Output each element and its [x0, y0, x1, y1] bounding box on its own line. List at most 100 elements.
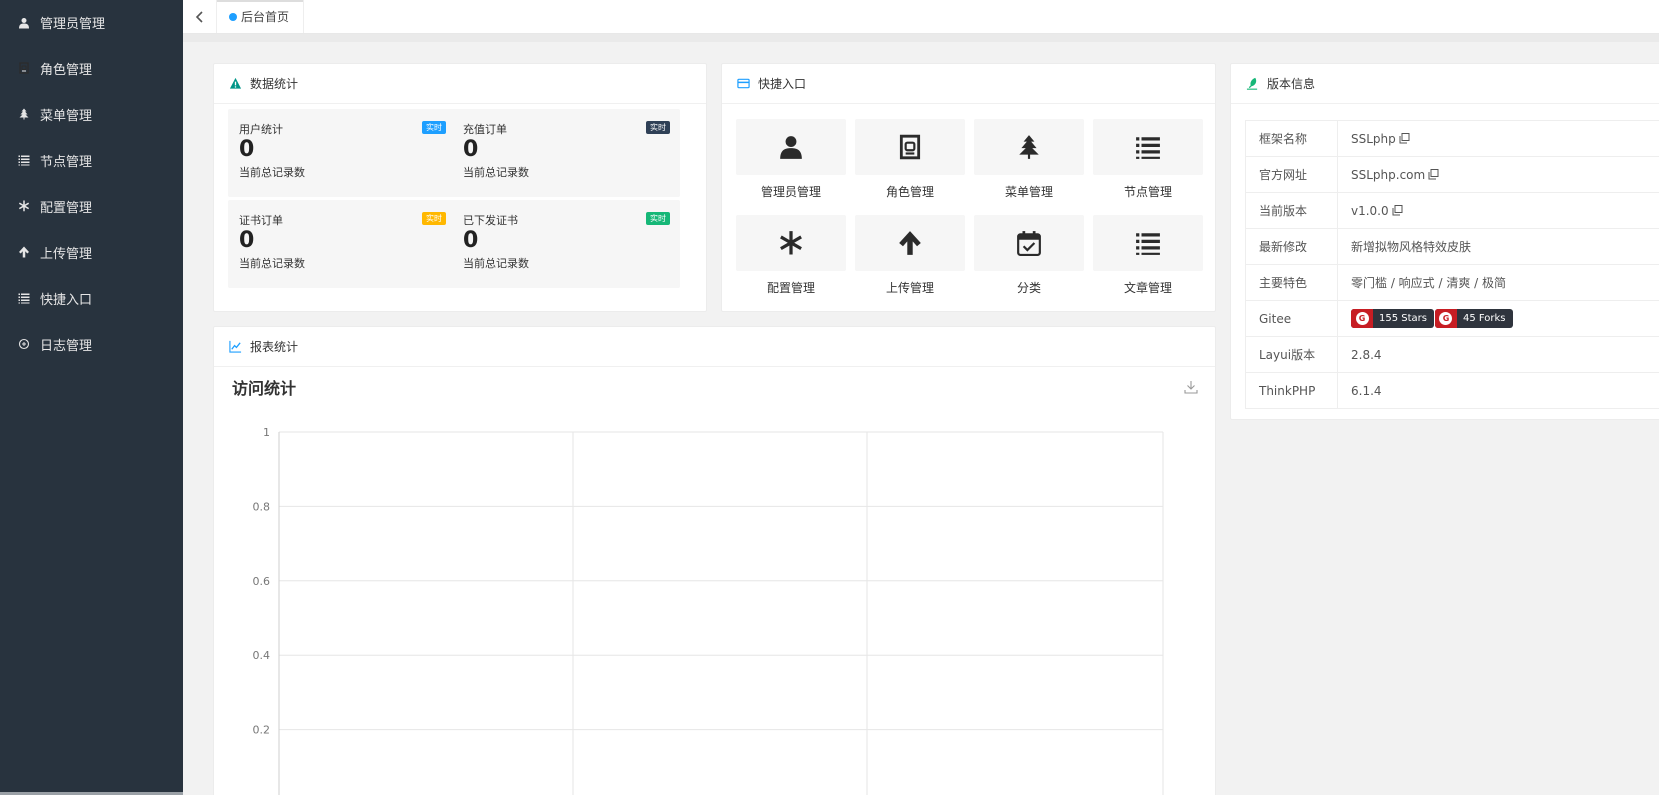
sidebar-item-6[interactable]: 快捷入口 [0, 275, 183, 321]
sidebar-item-label: 快捷入口 [40, 292, 93, 308]
report-card: 报表统计 访问统计 1 0.8 0.6 0.4 0.2 [213, 326, 1216, 795]
version-row: 最新修改 新增拟物风格特效皮肤 [1245, 228, 1659, 265]
quick-entry-tile[interactable] [974, 119, 1084, 175]
sidebar-item-5[interactable]: 上传管理 [0, 229, 183, 275]
version-row: ThinkPHP 6.1.4 [1245, 372, 1659, 409]
leaf-icon [1245, 77, 1259, 91]
quick-entry-item[interactable]: 角色管理 [855, 119, 965, 200]
quick-entry-tile[interactable] [736, 215, 846, 271]
quick-entry-tile[interactable] [1093, 119, 1203, 175]
stats-card: 数据统计 用户统计 实时 0 当前总记录数 充值订单 实时 0 当前总记录数 证书订单 实时 0 当前… [213, 63, 707, 312]
version-value-cell: 6.1.4 [1337, 372, 1659, 409]
realtime-badge: 实时 [422, 121, 446, 134]
realtime-badge: 实时 [422, 212, 446, 225]
quick-entry-item[interactable]: 上传管理 [855, 215, 965, 296]
version-table: 框架名称 SSLphp 官方网址 SSLphp.com 当前版本 v1.0.0 最新修改 新增… [1245, 120, 1659, 409]
version-value-cell: v1.0.0 [1337, 192, 1659, 229]
quick-entry-label: 配置管理 [766, 281, 815, 295]
content-divider [183, 34, 1659, 42]
copy-icon[interactable] [1428, 168, 1439, 180]
sidebar-item-1[interactable]: 角色管理 [0, 45, 183, 91]
sidebar-item-label: 角色管理 [40, 62, 93, 78]
quick-entry-item[interactable]: 节点管理 [1093, 119, 1203, 200]
copy-icon[interactable] [1392, 204, 1403, 216]
quick-entry-title: 快捷入口 [758, 77, 807, 91]
gitee-logo-icon: G [1439, 312, 1453, 325]
sidebar-item-label: 日志管理 [40, 338, 93, 354]
stat-box: 用户统计 实时 0 当前总记录数 [228, 109, 456, 197]
quick-entry-item[interactable]: 管理员管理 [736, 119, 846, 200]
version-row: 框架名称 SSLphp [1245, 120, 1659, 157]
gitee-badge[interactable]: G 45 Forks [1434, 309, 1513, 328]
gitee-badge[interactable]: G 155 Stars [1351, 309, 1434, 328]
quick-entry-item[interactable]: 菜单管理 [974, 119, 1084, 200]
quick-entry-item[interactable]: 分类 [974, 215, 1084, 296]
version-value-cell: 2.8.4 [1337, 336, 1659, 373]
version-key: 框架名称 [1245, 120, 1338, 157]
quick-entry-tile[interactable] [855, 215, 965, 271]
quick-entry-tile[interactable] [736, 119, 846, 175]
stat-box: 充值订单 实时 0 当前总记录数 [452, 109, 680, 197]
sidebar-item-label: 配置管理 [40, 200, 93, 216]
visit-chart: 1 0.8 0.6 0.4 0.2 [253, 426, 1164, 795]
sidebar-item-4[interactable]: 配置管理 [0, 183, 183, 229]
log-icon [17, 337, 31, 351]
list-icon [17, 291, 31, 305]
version-key: 当前版本 [1245, 192, 1338, 229]
list-icon [1136, 137, 1160, 159]
user-icon [780, 136, 802, 159]
version-value: SSLphp [1351, 131, 1396, 146]
stat-value: 0 [463, 137, 479, 162]
y-tick-label: 0.2 [253, 724, 271, 737]
version-card: 版本信息 框架名称 SSLphp 官方网址 SSLphp.com 当前版本 v1.0.0 最… [1230, 63, 1659, 420]
version-value: v1.0.0 [1351, 203, 1389, 218]
version-value: 6.1.4 [1351, 383, 1382, 398]
sidebar-item-7[interactable]: 日志管理 [0, 321, 183, 367]
quick-entry-tile[interactable] [1093, 215, 1203, 271]
stat-title: 用户统计 [239, 123, 283, 136]
credit-card-icon [736, 77, 750, 91]
quick-entry-label: 菜单管理 [1004, 185, 1053, 199]
version-row: Layui版本 2.8.4 [1245, 336, 1659, 373]
sidebar-item-0[interactable]: 管理员管理 [0, 0, 183, 45]
quick-entry-tile[interactable] [974, 215, 1084, 271]
sidebar: 管理员管理角色管理菜单管理节点管理配置管理上传管理快捷入口日志管理 [0, 0, 183, 795]
version-value: SSLphp.com [1351, 167, 1426, 182]
version-key: 主要特色 [1245, 264, 1338, 301]
quick-entry-tile[interactable] [855, 119, 965, 175]
tree-icon [1019, 135, 1039, 159]
quick-entry-item[interactable]: 文章管理 [1093, 215, 1203, 296]
collapse-button[interactable] [183, 0, 217, 33]
realtime-badge: 实时 [646, 121, 670, 134]
tab-home[interactable]: 后台首页 [217, 0, 305, 33]
arrow-up-icon [17, 245, 31, 259]
gitee-badge-text: 155 Stars [1379, 313, 1427, 324]
version-row: Gitee G 155 Stars G 45 Forks [1245, 300, 1659, 337]
tree-icon [17, 107, 31, 121]
quick-entry-label: 分类 [1016, 281, 1041, 295]
sidebar-item-label: 节点管理 [40, 154, 93, 170]
chevron-left-icon [195, 10, 203, 23]
version-value-cell: 零门槛 / 响应式 / 清爽 / 极简 [1337, 264, 1659, 301]
version-key: 最新修改 [1245, 228, 1338, 265]
sidebar-item-label: 菜单管理 [40, 108, 93, 124]
version-value-cell: G 155 Stars G 45 Forks [1337, 300, 1659, 337]
copy-icon[interactable] [1399, 132, 1410, 144]
quick-entry-item[interactable]: 配置管理 [736, 215, 846, 296]
version-row: 主要特色 零门槛 / 响应式 / 清爽 / 极简 [1245, 264, 1659, 301]
version-key: Gitee [1245, 300, 1338, 337]
realtime-badge: 实时 [646, 212, 670, 225]
stat-desc: 当前总记录数 [463, 257, 529, 270]
asterisk-icon [17, 199, 31, 213]
quick-entry-label: 上传管理 [885, 281, 934, 295]
version-row: 官方网址 SSLphp.com [1245, 156, 1659, 193]
warning-icon [228, 77, 242, 91]
calendar-check-icon [1017, 231, 1041, 256]
arrow-up-icon [899, 231, 921, 255]
y-tick-label: 1 [263, 426, 270, 439]
quick-entry-label: 节点管理 [1123, 185, 1172, 199]
active-dot [229, 12, 237, 21]
sidebar-item-3[interactable]: 节点管理 [0, 137, 183, 183]
version-key: Layui版本 [1245, 336, 1338, 373]
sidebar-item-2[interactable]: 菜单管理 [0, 91, 183, 137]
